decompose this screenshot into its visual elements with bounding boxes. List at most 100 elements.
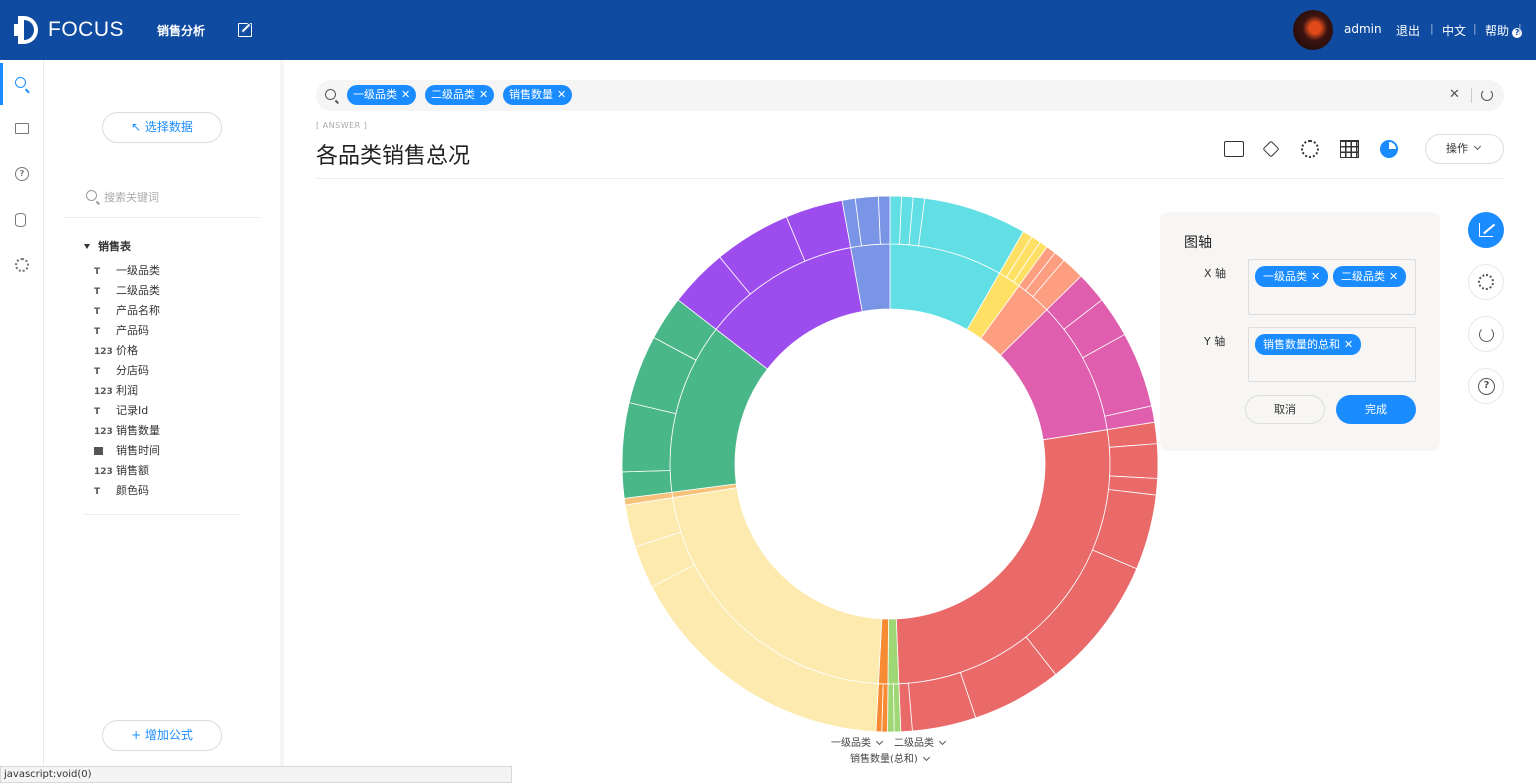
divider <box>316 178 1504 179</box>
rail-active-indicator <box>0 63 3 105</box>
refresh-icon[interactable] <box>1481 89 1493 101</box>
field-item[interactable]: 123 价格 <box>94 342 138 358</box>
operations-label: 操作 <box>1446 142 1468 155</box>
chip-label: 二级品类 <box>1341 270 1385 283</box>
search-icon <box>86 190 97 201</box>
help-label: 帮助 <box>1485 24 1510 38</box>
avatar[interactable] <box>1293 10 1333 50</box>
search-icon <box>325 89 336 100</box>
add-formula-button[interactable]: + 增加公式 <box>102 720 222 751</box>
measure-selector[interactable]: 销售数量(总和) <box>850 750 930 765</box>
dim2-label: 二级品类 <box>894 738 934 749</box>
language-switch[interactable]: 中文 <box>1442 22 1466 39</box>
field-item[interactable]: T 二级品类 <box>94 282 160 298</box>
axis-config-panel: 图轴 X 轴 一级品类 ✕ 二级品类 ✕ Y 轴 销售数量的总和 ✕ 取消 完成 <box>1160 212 1440 451</box>
nav-sales-analysis[interactable]: 销售分析 <box>157 22 205 39</box>
search-token[interactable]: 二级品类 ✕ <box>425 85 495 105</box>
settings-gear-icon[interactable] <box>1301 140 1319 158</box>
chart-help-button[interactable]: ? <box>1468 368 1504 404</box>
close-icon[interactable]: ✕ <box>479 88 488 101</box>
field-item[interactable]: T 记录Id <box>94 402 148 418</box>
search-icon[interactable] <box>15 77 26 88</box>
data-panel: ↖ 选择数据 搜索关键词 销售表 T 一级品类 T 二级品类 T 产品名称 T 产品码 123 价… <box>44 60 280 783</box>
text-type-icon: T <box>94 307 101 317</box>
help-link[interactable]: 帮助? <box>1485 22 1523 39</box>
top-navbar: FOCUS 销售分析 admin 退出 | 中文 | 帮助? | <box>0 0 1536 60</box>
search-token[interactable]: 一级品类 ✕ <box>347 85 417 105</box>
status-bar: javascript:void(0) <box>0 766 512 783</box>
reset-button[interactable] <box>1468 316 1504 352</box>
field-label: 记录Id <box>116 404 149 417</box>
left-icon-rail: ? <box>0 60 44 783</box>
comment-icon[interactable] <box>1224 141 1244 157</box>
field-item[interactable]: 123 利润 <box>94 382 138 398</box>
field-search-input[interactable]: 搜索关键词 <box>84 188 254 206</box>
operations-dropdown[interactable]: 操作 <box>1425 134 1504 164</box>
dim1-label: 一级品类 <box>831 738 871 749</box>
pinboard-icon[interactable] <box>15 123 29 134</box>
clear-search-icon[interactable]: ✕ <box>1449 87 1460 102</box>
field-item[interactable]: T 颜色码 <box>94 482 149 498</box>
outer-slice[interactable] <box>877 195 891 245</box>
sunburst-chart[interactable] <box>600 180 1180 760</box>
field-label: 利润 <box>116 384 138 397</box>
calendar-icon <box>94 447 103 455</box>
x-axis-chip[interactable]: 二级品类 ✕ <box>1333 266 1407 287</box>
field-item[interactable]: 123 销售数量 <box>94 422 160 438</box>
y-axis-dropzone[interactable]: 销售数量的总和 ✕ <box>1248 327 1416 382</box>
field-label: 二级品类 <box>116 284 160 297</box>
search-placeholder: 搜索关键词 <box>104 191 159 204</box>
field-item[interactable]: 123 销售额 <box>94 462 149 478</box>
search-token[interactable]: 销售数量 ✕ <box>503 85 573 105</box>
close-icon[interactable]: ✕ <box>557 88 566 101</box>
chevron-down-icon <box>875 737 884 746</box>
done-button[interactable]: 完成 <box>1336 395 1416 424</box>
x-axis-chip[interactable]: 一级品类 ✕ <box>1255 266 1329 287</box>
x-axis-dropzone[interactable]: 一级品类 ✕ 二级品类 ✕ <box>1248 259 1416 315</box>
field-item[interactable]: T 一级品类 <box>94 262 160 278</box>
text-type-icon: T <box>94 287 101 297</box>
close-icon[interactable]: ✕ <box>1344 338 1353 351</box>
axis-panel-title: 图轴 <box>1184 235 1212 251</box>
axis-tool-button[interactable] <box>1468 212 1504 248</box>
gear-icon <box>1478 274 1494 290</box>
page-title[interactable]: 各品类销售总况 <box>316 138 470 170</box>
select-data-button[interactable]: ↖ 选择数据 <box>102 112 222 143</box>
gear-icon[interactable] <box>15 258 29 272</box>
dim1-selector[interactable]: 一级品类 <box>831 734 884 749</box>
divider: | <box>1518 22 1522 35</box>
focus-logo[interactable]: FOCUS <box>14 14 124 46</box>
text-type-icon: T <box>94 367 101 377</box>
username[interactable]: admin <box>1344 22 1382 36</box>
y-axis-chip[interactable]: 销售数量的总和 ✕ <box>1255 334 1362 355</box>
text-type-icon: T <box>94 487 101 497</box>
dim2-selector[interactable]: 二级品类 <box>894 734 947 749</box>
divider <box>1471 88 1472 103</box>
field-item[interactable]: T 产品名称 <box>94 302 160 318</box>
close-icon[interactable]: ✕ <box>401 88 410 101</box>
question-icon[interactable]: ? <box>15 167 29 181</box>
cancel-button[interactable]: 取消 <box>1245 395 1325 424</box>
outer-slice[interactable] <box>621 402 677 473</box>
close-icon[interactable]: ✕ <box>1311 270 1320 283</box>
text-type-icon: T <box>94 267 101 277</box>
field-item[interactable]: T 产品码 <box>94 322 149 338</box>
chart-settings-button[interactable] <box>1468 264 1504 300</box>
search-bar[interactable]: 一级品类 ✕ 二级品类 ✕ 销售数量 ✕ ✕ <box>316 80 1504 111</box>
table-name[interactable]: 销售表 <box>84 238 131 254</box>
divider <box>64 217 260 218</box>
divider <box>84 514 240 515</box>
field-label: 销售时间 <box>116 444 160 457</box>
outer-slice[interactable] <box>887 683 895 733</box>
edit-icon[interactable] <box>238 23 252 37</box>
logout-link[interactable]: 退出 <box>1396 22 1420 39</box>
pie-chart-icon[interactable] <box>1380 140 1398 158</box>
field-item[interactable]: 销售时间 <box>94 442 160 458</box>
close-icon[interactable]: ✕ <box>1389 270 1398 283</box>
text-type-icon: T <box>94 327 101 337</box>
chevron-down-icon <box>938 737 947 746</box>
outer-slice[interactable] <box>1108 443 1159 479</box>
table-view-icon[interactable] <box>1340 140 1359 158</box>
database-icon[interactable] <box>15 213 26 227</box>
field-item[interactable]: T 分店码 <box>94 362 149 378</box>
